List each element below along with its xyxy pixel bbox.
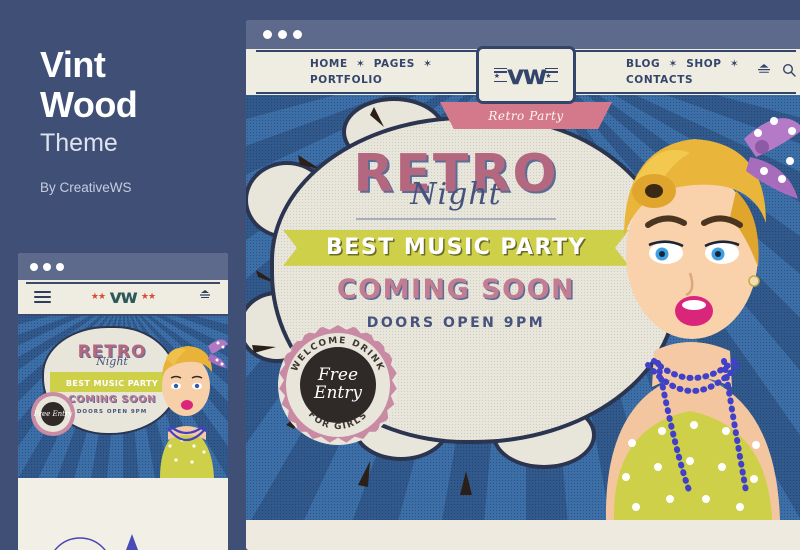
site-logo[interactable]: ★ vw ★ (476, 46, 576, 104)
nav-item-blog[interactable]: BLOG (626, 58, 660, 70)
nav-separator-icon: ✶ (668, 58, 678, 70)
theme-title-line1: Vint (40, 44, 106, 85)
nav-item-home[interactable]: HOME (310, 58, 348, 70)
theme-author: By CreativeWS (40, 179, 132, 195)
desktop-titlebar (246, 20, 800, 49)
window-dot-2[interactable] (278, 30, 287, 39)
free-entry-stamp: WELCOME DRINK FOR GIRLS Free Entry (278, 325, 398, 445)
nav-item-shop[interactable]: SHOP (686, 58, 721, 70)
site-header: HOME ✶ PAGES ✶ PORTFOLIO BLOG ✶ SHOP ✶ C… (246, 46, 800, 129)
cart-icon[interactable] (756, 63, 772, 81)
mobile-footer-artwork: PARTY (54, 534, 155, 550)
header-icon-group (756, 63, 796, 82)
window-dot-1[interactable] (263, 30, 272, 39)
pinup-illustration (605, 117, 800, 520)
stamp-core: Free Entry (300, 347, 376, 423)
nav-separator-icon: ✶ (729, 58, 740, 70)
mobile-hero: RETRO Night BEST MUSIC PARTY COMING SOON… (18, 316, 228, 478)
mobile-titlebar (18, 253, 228, 280)
mobile-site-header: ★★ vw ★★ (18, 280, 228, 316)
mobile-preview-window[interactable]: ★★ vw ★★ RETRO Night BEST MUSIC PARTY CO… (18, 253, 228, 550)
mobile-logo-text: vw (109, 286, 138, 308)
nav-separator-icon: ✶ (356, 58, 366, 70)
nav-separator-icon: ✶ (423, 58, 433, 70)
nav-item-pages[interactable]: PAGES (374, 58, 415, 70)
site-footer-section (246, 520, 800, 550)
window-dot-1[interactable] (30, 262, 38, 271)
theme-info-panel: Vint Wood Theme By CreativeWS (40, 45, 230, 195)
cart-icon[interactable] (198, 288, 212, 306)
mobile-logo[interactable]: ★★ vw ★★ (90, 286, 156, 308)
logo-ribbon-text: Retro Party (488, 108, 564, 123)
window-dot-3[interactable] (56, 262, 64, 271)
stars-left-icon: ★★ (90, 291, 106, 301)
page-title: Vint Wood (40, 45, 230, 124)
theme-subtitle: Theme (40, 129, 118, 158)
hero-divider (356, 218, 556, 220)
nav-item-portfolio[interactable]: PORTFOLIO (310, 74, 382, 86)
hero-section: RETRO Night BEST MUSIC PARTY COMING SOON… (246, 95, 800, 520)
theme-title-line2: Wood (40, 83, 138, 125)
logo-decor-left: ★ (493, 67, 507, 83)
stamp-center-line2: Entry (314, 383, 362, 403)
window-dot-2[interactable] (43, 262, 51, 271)
mobile-stamp-center: Free Entry (33, 410, 73, 418)
stars-right-icon: ★★ (140, 291, 156, 301)
mobile-free-entry-stamp: Free Entry (30, 391, 76, 437)
nav-item-contacts[interactable]: CONTACTS (626, 74, 693, 86)
primary-nav-left: HOME ✶ PAGES ✶ PORTFOLIO (310, 56, 500, 88)
site-logo-mark: vw (506, 59, 548, 91)
desktop-preview-window[interactable]: HOME ✶ PAGES ✶ PORTFOLIO BLOG ✶ SHOP ✶ C… (246, 20, 800, 550)
search-icon[interactable] (782, 63, 796, 82)
window-dot-3[interactable] (293, 30, 302, 39)
mobile-footer-section: PARTY (18, 478, 228, 550)
logo-decor-right: ★ (545, 67, 559, 83)
hamburger-menu-icon[interactable] (34, 289, 51, 306)
mobile-pinup-illustration (160, 339, 228, 478)
hero-band-text: BEST MUSIC PARTY (326, 234, 586, 260)
